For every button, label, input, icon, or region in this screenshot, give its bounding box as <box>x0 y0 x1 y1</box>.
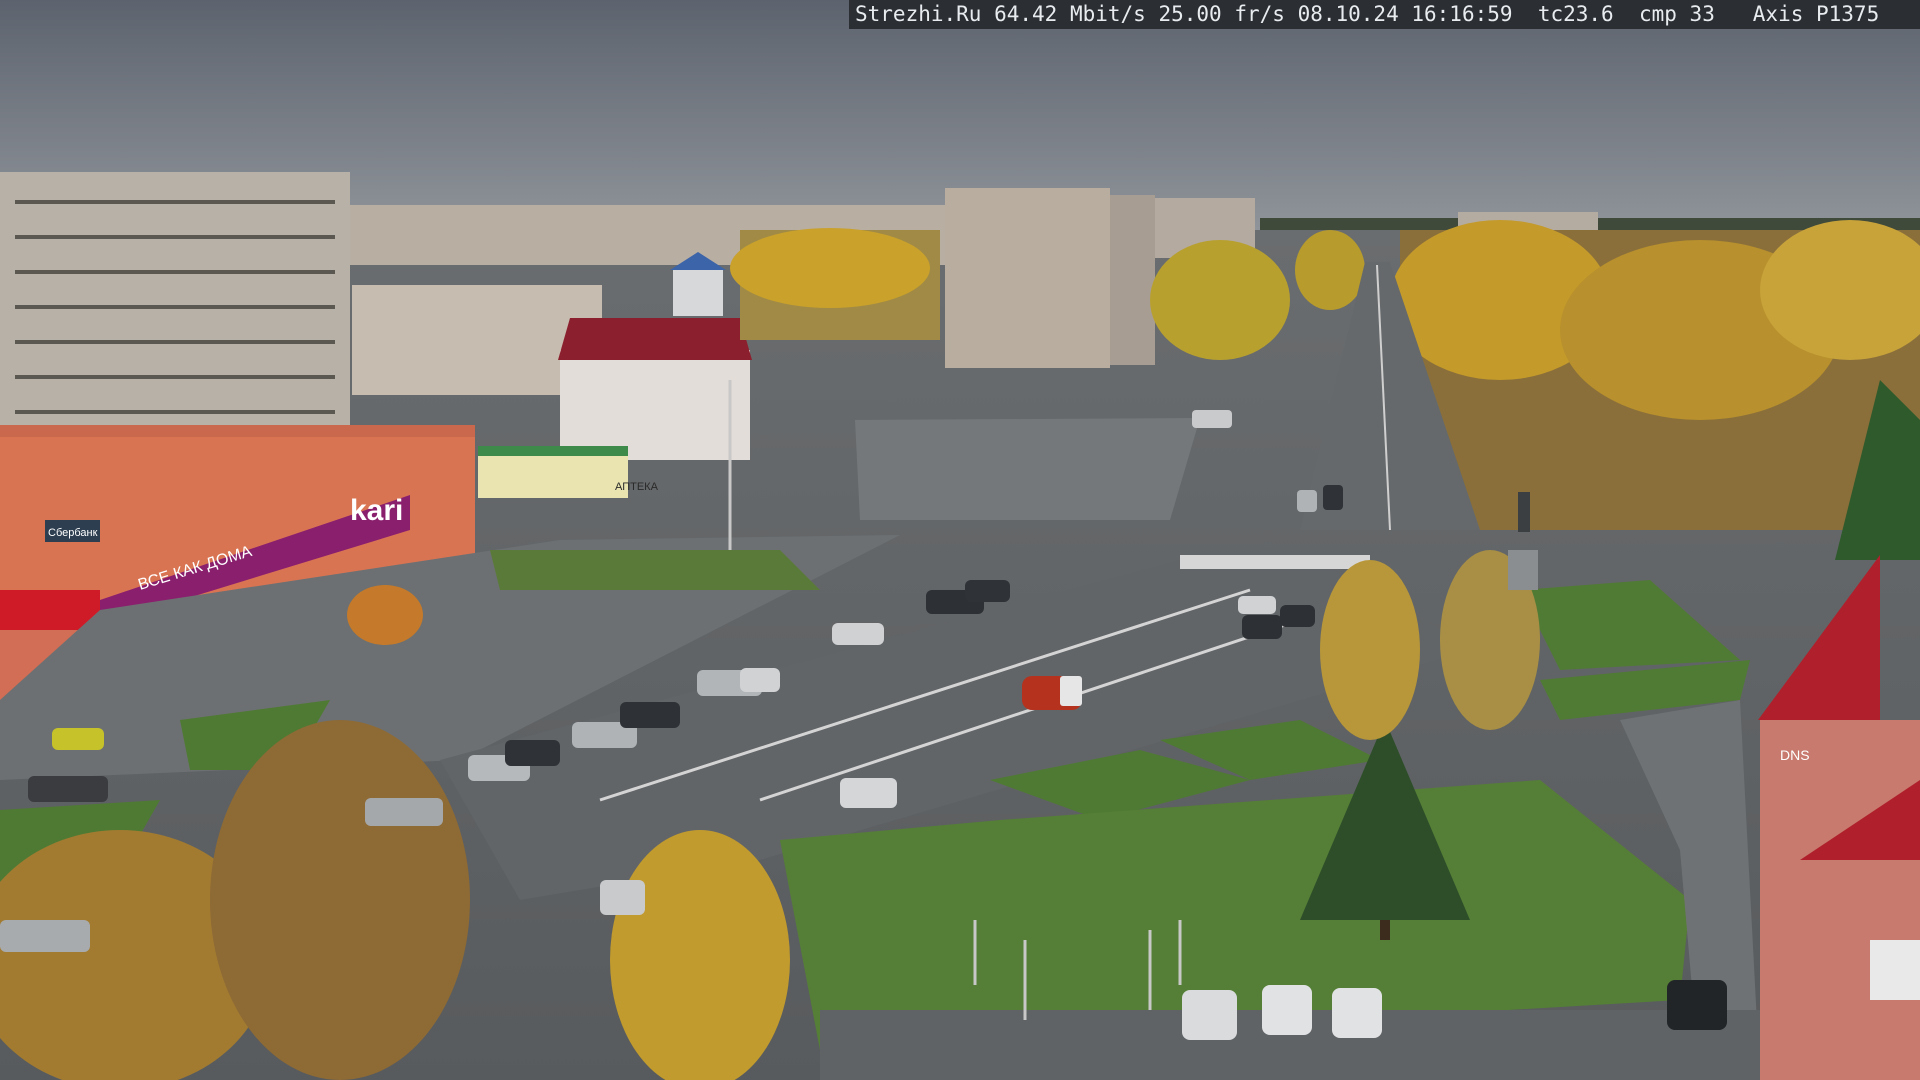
car-white-3 <box>840 778 897 808</box>
bank-sign: Сбербанк <box>48 527 98 539</box>
car-avenue-2 <box>1323 485 1343 510</box>
red-roof-building <box>560 350 750 460</box>
car-dark-road-1 <box>1242 615 1282 639</box>
autumn-tree-yellow-2 <box>1150 240 1290 360</box>
car-silver-4 <box>365 798 443 826</box>
pharmacy-building <box>478 450 628 498</box>
car-white-1 <box>740 668 780 692</box>
car-white-left <box>0 920 90 952</box>
car-white-4 <box>600 880 645 915</box>
overlay-date: 08.10.24 <box>1297 2 1399 26</box>
blue-roof-tower <box>673 268 723 316</box>
overlay-framerate: 25.00 fr/s <box>1158 2 1285 26</box>
tower-building <box>1760 720 1920 1080</box>
car-center-lot <box>1192 410 1232 428</box>
car-front-lot-dark <box>1667 980 1727 1030</box>
birch-foreground-4 <box>1320 560 1420 740</box>
overlay-camera-model: Axis P1375 <box>1752 2 1880 26</box>
camera-scene: kari ВСЕ КАК ДОМА Сбербанк АПТЕКА DNS <box>0 0 1920 1080</box>
car-dark-1 <box>505 740 560 766</box>
red-roof <box>558 318 752 360</box>
parking-lot-center <box>855 418 1200 520</box>
overlay-cmp: cmp 33 <box>1638 2 1715 26</box>
monument-statue <box>1518 492 1530 532</box>
car-dark-2 <box>620 702 680 728</box>
pharmacy-sign: АПТЕКА <box>615 481 659 493</box>
birch-foreground-3 <box>610 830 790 1080</box>
car-white-2 <box>832 623 884 645</box>
autumn-tree-yellow-3 <box>1295 230 1365 310</box>
car-white-road <box>1238 596 1276 614</box>
truck-red-tanker-cab <box>1060 676 1082 706</box>
camera-info-overlay: Strezhi.Ru 64.42 Mbit/s 25.00 fr/s 08.10… <box>849 0 1920 29</box>
autumn-tree-yellow-1 <box>730 228 930 308</box>
car-front-lot-2 <box>1262 985 1312 1035</box>
birch-foreground-2 <box>210 720 470 1080</box>
tall-building-center-tower <box>1110 195 1155 365</box>
pharmacy-roof <box>478 446 628 456</box>
tower-sign: DNS <box>1780 747 1810 763</box>
spruce-trunk <box>1380 920 1390 940</box>
car-front-lot-1 <box>1182 990 1237 1040</box>
grass-lawn-plaza <box>490 550 820 590</box>
crosswalk <box>1180 555 1370 569</box>
tower-window <box>1870 940 1920 1000</box>
overlay-site: Strezhi.Ru <box>855 2 982 26</box>
car-dark-road-2 <box>1280 605 1315 627</box>
car-dark-4 <box>965 580 1010 602</box>
overlay-time: 16:16:59 <box>1411 2 1513 26</box>
car-yellow <box>52 728 104 750</box>
car-avenue-1 <box>1297 490 1317 512</box>
overlay-bitrate: 64.42 Mbit/s <box>994 2 1146 26</box>
tree-orange-plaza <box>347 585 423 645</box>
kari-building-roofline <box>0 425 475 437</box>
overlay-tc: tc23.6 <box>1537 2 1614 26</box>
car-front-lot-3 <box>1332 988 1382 1038</box>
kari-logo: kari <box>350 494 403 527</box>
monument-base <box>1508 550 1538 590</box>
car-dark-left <box>28 776 108 802</box>
tall-building-center <box>945 188 1110 368</box>
